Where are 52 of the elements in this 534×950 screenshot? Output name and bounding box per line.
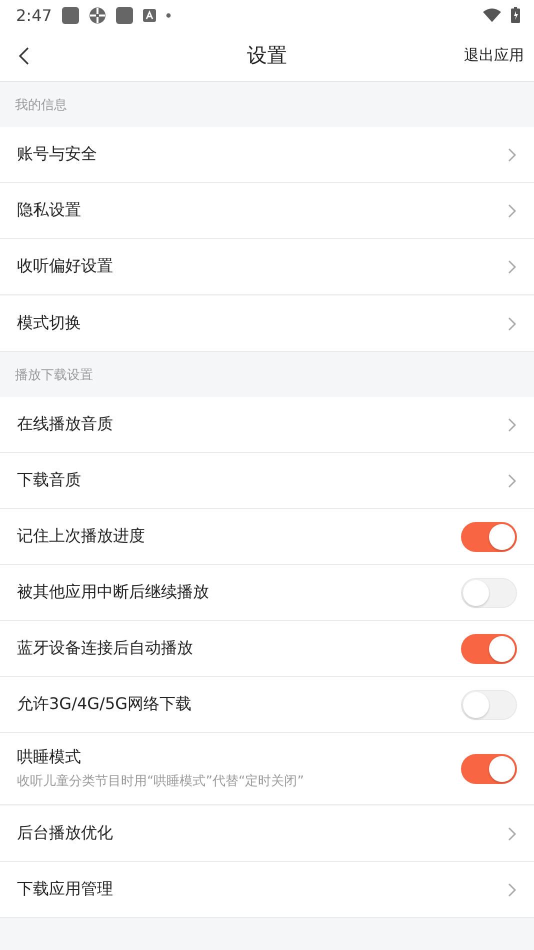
notification-icon — [62, 6, 79, 24]
setting-label: 哄睡模式 — [17, 747, 82, 768]
settings-row[interactable]: 哄睡模式 收听儿童分类节目时用“哄睡模式”代替“定时关闭” — [0, 733, 534, 805]
settings-row[interactable]: 记住上次播放进度 — [0, 509, 534, 565]
setting-description: 收听儿童分类节目时用“哄睡模式”代替“定时关闭” — [17, 773, 305, 790]
setting-label: 账号与安全 — [17, 144, 98, 165]
section-header: 播放下载设置 — [15, 366, 93, 384]
toggle-switch[interactable] — [461, 754, 517, 784]
notification-icon — [116, 6, 133, 24]
aperture-icon — [88, 6, 106, 24]
chevron-icon — [507, 416, 517, 432]
setting-label: 后台播放优化 — [17, 823, 114, 844]
chevron-icon — [507, 202, 517, 218]
battery-icon — [511, 7, 520, 23]
chevron-icon — [507, 146, 517, 162]
setting-label: 隐私设置 — [17, 200, 82, 221]
chevron-icon — [507, 316, 517, 332]
chevron-icon — [507, 826, 517, 842]
settings-row[interactable]: 被其他应用中断后继续播放 — [0, 565, 534, 621]
settings-row[interactable]: 后台播放优化 — [0, 806, 534, 862]
setting-label: 收听偏好设置 — [17, 256, 114, 277]
setting-label: 被其他应用中断后继续播放 — [17, 582, 210, 603]
setting-label: 模式切换 — [17, 313, 82, 334]
settings-row[interactable]: 在线播放音质 — [0, 397, 534, 453]
exit-app-button[interactable]: 退出应用 — [464, 46, 524, 65]
chevron-icon — [507, 258, 517, 274]
chevron-icon — [507, 882, 517, 898]
settings-row[interactable]: 账号与安全 — [0, 127, 534, 183]
setting-label: 在线播放音质 — [17, 414, 114, 435]
settings-row[interactable]: 下载应用管理 — [0, 862, 534, 918]
setting-label: 记住上次播放进度 — [17, 526, 146, 547]
toggle-switch[interactable] — [461, 634, 517, 664]
toggle-switch[interactable] — [461, 522, 517, 552]
dot-icon — [166, 12, 171, 18]
setting-label: 下载音质 — [17, 470, 82, 491]
keyboard-icon — [142, 8, 156, 22]
page-title: 设置 — [247, 43, 287, 67]
settings-row[interactable]: 下载音质 — [0, 453, 534, 509]
setting-label: 允许3G/4G/5G网络下载 — [17, 694, 193, 715]
settings-row[interactable]: 允许3G/4G/5G网络下载 — [0, 677, 534, 733]
chevron-icon — [507, 472, 517, 488]
settings-row[interactable]: 收听偏好设置 — [0, 239, 534, 295]
settings-row[interactable]: 隐私设置 — [0, 183, 534, 239]
toggle-switch[interactable] — [461, 690, 517, 720]
setting-label: 下载应用管理 — [17, 879, 114, 900]
toggle-switch[interactable] — [461, 578, 517, 608]
section-header: 我的信息 — [15, 96, 67, 114]
settings-row[interactable]: 模式切换 — [0, 296, 534, 352]
setting-label: 蓝牙设备连接后自动播放 — [17, 638, 194, 659]
wifi-icon — [483, 8, 501, 22]
settings-row[interactable]: 蓝牙设备连接后自动播放 — [0, 621, 534, 677]
status-time: 2:47 — [16, 6, 52, 24]
